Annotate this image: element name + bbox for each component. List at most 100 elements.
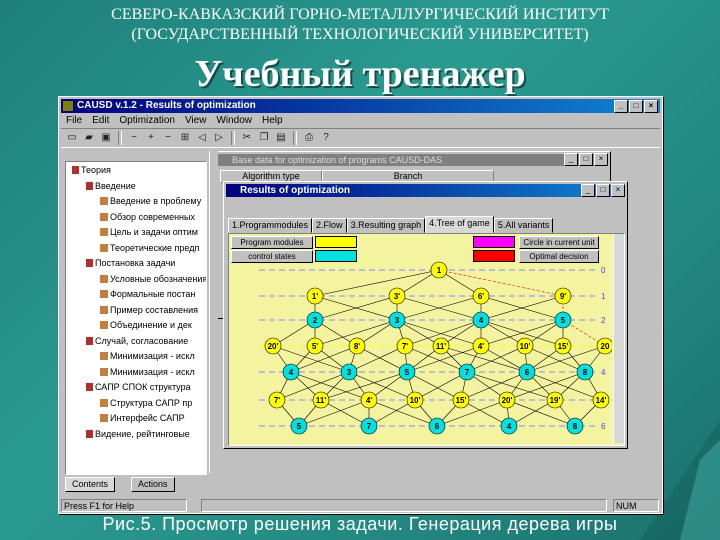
tree-item[interactable]: Теоретические предп [100, 243, 199, 254]
page-icon [100, 305, 108, 314]
back-arrow-icon[interactable]: ◁ [195, 131, 209, 145]
tree-node-label: 10' [410, 396, 421, 405]
new-file-icon[interactable]: ▭ [65, 131, 79, 145]
tree-node-label: 5 [297, 422, 302, 431]
tree-item[interactable]: Пример составления [100, 305, 198, 316]
tree-node-label: 4 [507, 422, 512, 431]
tree-node-label: 1 [437, 266, 442, 275]
close-button[interactable]: × [594, 153, 608, 166]
cut-icon[interactable]: ✂ [240, 131, 254, 145]
help-icon[interactable]: ? [319, 131, 333, 145]
page-icon [100, 414, 108, 422]
tree-node-label: 7 [465, 368, 470, 377]
tree-node-label: 4' [478, 342, 484, 351]
tree-item[interactable]: Формальные постан [100, 289, 195, 300]
copy-icon[interactable]: ❐ [257, 131, 271, 145]
tree-item[interactable]: Постановка задачи [86, 258, 175, 269]
minimize-button[interactable]: _ [614, 100, 628, 113]
results-titlebar[interactable]: Results of optimization [226, 184, 625, 197]
open-folder-icon[interactable]: ▰ [82, 131, 96, 145]
tree-node-label: 5 [405, 368, 410, 377]
book-icon [86, 383, 93, 391]
results-window[interactable]: Results of optimization _ □ × 1.Programm… [223, 181, 628, 449]
tree-item-label: Видение, рейтинговые [95, 428, 190, 439]
tree-item[interactable]: САПР СПОК структура [86, 382, 191, 393]
tree-item[interactable]: Цель и задачи оптим [100, 227, 198, 238]
tree-node-label: 8 [583, 368, 588, 377]
close-button[interactable]: × [611, 184, 625, 197]
tree-item[interactable]: Введение в проблему [100, 196, 201, 207]
mdi-scrollbar[interactable] [209, 151, 218, 473]
maximize-button[interactable]: □ [629, 100, 643, 113]
paste-icon[interactable]: ▤ [274, 131, 288, 145]
tree-edge [436, 399, 508, 427]
tree-item[interactable]: Объединение и дек [100, 320, 192, 331]
tab-tree-of-game[interactable]: 4.Tree of game [425, 216, 494, 233]
minus-icon[interactable]: − [127, 131, 141, 145]
menu-view[interactable]: View [180, 114, 212, 127]
tree-item[interactable]: Видение, рейтинговые [86, 429, 190, 440]
tree-edge [298, 399, 370, 427]
tree-item[interactable]: Условные обозначения [100, 274, 206, 285]
tab-program-modules[interactable]: 1.Programmodules [228, 218, 313, 233]
plus-icon[interactable]: + [144, 131, 158, 145]
tree-edge [314, 269, 440, 297]
page-icon [100, 290, 108, 298]
maximize-button[interactable]: □ [596, 184, 610, 197]
tree-item-label: Случай, согласование [95, 335, 189, 346]
minimize-button[interactable]: _ [564, 153, 578, 166]
tab-contents[interactable]: Contents [65, 477, 116, 492]
menu-edit[interactable]: Edit [87, 114, 114, 127]
tree-icon[interactable]: ⊞ [178, 131, 192, 145]
app-titlebar[interactable]: CAUSD v.1.2 - Results of optimization _ … [61, 99, 660, 113]
tree-item[interactable]: Интерфейс САПР [100, 413, 185, 424]
tree-node-label: 4' [366, 396, 372, 405]
tree-item[interactable]: Случай, согласование [86, 336, 188, 347]
close-button[interactable]: × [644, 100, 658, 113]
tree-item-label: Обзор современных [110, 211, 195, 222]
menu-help[interactable]: Help [257, 114, 288, 127]
page-icon [100, 352, 108, 360]
tab-all-variants[interactable]: 5.All variants [493, 218, 554, 233]
tree-node-label: 20' [502, 396, 513, 405]
game-tree-svg: 012345611'3'6'9'234520'5'8'7'11'4'10'15'… [259, 261, 612, 435]
results-tabs: 1.Programmodules 2.Flow 3.Resulting grap… [228, 216, 554, 233]
tree-node-label: 7' [402, 342, 408, 351]
tree-item-label: Интерфейс САПР [110, 413, 185, 423]
tree-node-label: 3 [347, 368, 352, 377]
page-icon [100, 228, 108, 236]
tab-flow[interactable]: 2.Flow [312, 218, 347, 233]
book-icon [86, 336, 93, 345]
tree-node-label: 15' [558, 342, 569, 351]
tree-item[interactable]: Структура САПР пр [100, 398, 192, 409]
base-data-titlebar[interactable]: Base data for optimization of programs C… [218, 154, 608, 166]
menu-window[interactable]: Window [211, 114, 257, 127]
tree-node-label: 9' [560, 292, 566, 301]
tab-resulting-graph[interactable]: 3.Resulting graph [346, 218, 426, 233]
tree-node-label: 11' [316, 396, 326, 405]
results-vertical-scrollbar[interactable] [613, 234, 624, 443]
tree-item[interactable]: Обзор современных [100, 212, 195, 223]
tree-item-label: Введение в проблему [110, 196, 202, 206]
menu-optimization[interactable]: Optimization [114, 114, 180, 127]
tree-node-label: 7 [367, 422, 372, 431]
tree-item[interactable]: Минимизация - искл [100, 351, 195, 362]
print-icon[interactable]: ⎙ [302, 131, 316, 145]
tree-node-label: 6' [478, 292, 484, 301]
tab-actions[interactable]: Actions [131, 477, 175, 492]
tree-item[interactable]: Минимизация - искл [100, 367, 195, 378]
tree-edge [506, 371, 586, 401]
app-window: CAUSD v.1.2 - Results of optimization _ … [58, 96, 663, 514]
minimize-button[interactable]: _ [581, 184, 595, 197]
minus-icon[interactable]: − [161, 131, 175, 145]
tree-item[interactable]: Теория [72, 165, 111, 176]
menu-file[interactable]: File [61, 114, 87, 127]
maximize-button[interactable]: □ [579, 153, 593, 166]
game-tree-view[interactable]: Program modules control states Circle in… [228, 233, 625, 446]
forward-arrow-icon[interactable]: ▷ [212, 131, 226, 145]
tree-item[interactable]: Введение [86, 181, 136, 192]
status-num: NUM [613, 499, 659, 512]
book-icon [86, 181, 93, 190]
save-icon[interactable]: ▣ [99, 131, 113, 145]
book-icon [86, 259, 93, 267]
